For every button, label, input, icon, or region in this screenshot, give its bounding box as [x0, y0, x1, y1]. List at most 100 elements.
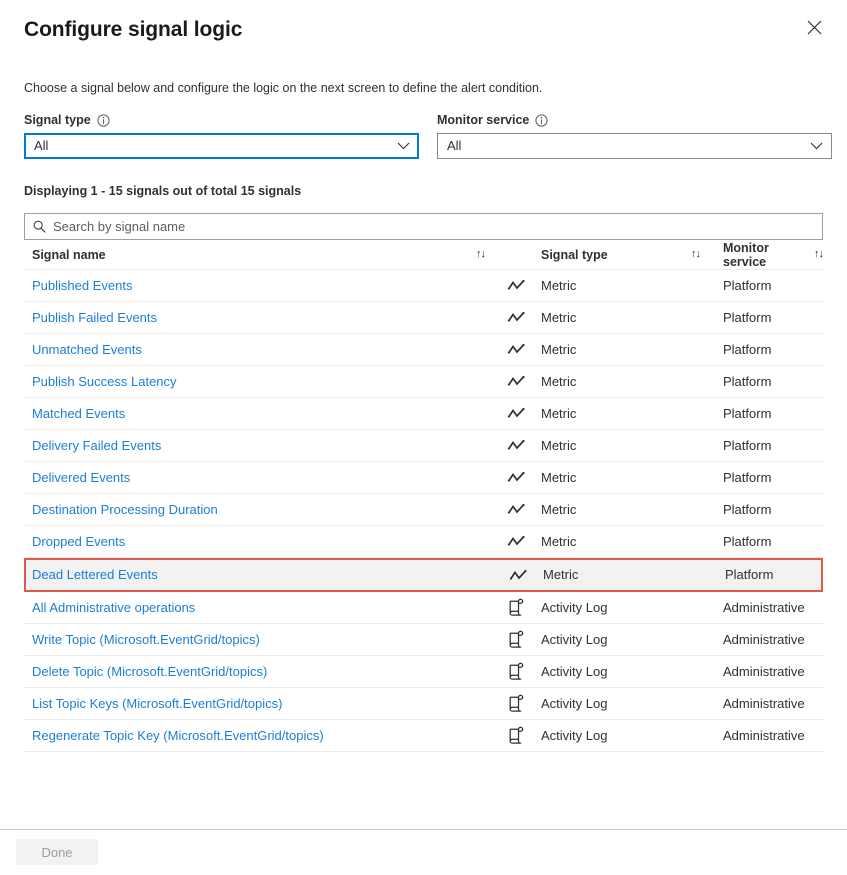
signals-table: Signal name ↑↓ Signal type ↑↓ Monitor se…: [24, 240, 823, 752]
signal-name-cell: Write Topic (Microsoft.EventGrid/topics): [24, 632, 476, 648]
table-row[interactable]: Delivery Failed EventsMetricPlatform: [24, 430, 823, 462]
panel-header: Configure signal logic: [0, 0, 847, 44]
monitor-service-select[interactable]: All: [437, 133, 832, 159]
monitor-service-cell: Administrative: [723, 632, 823, 648]
signal-name-link[interactable]: Delivered Events: [32, 470, 130, 486]
sort-signal-type-button[interactable]: ↑↓: [691, 249, 723, 260]
signal-name-link[interactable]: Matched Events: [32, 406, 125, 422]
signal-type-cell: Activity Log: [541, 600, 691, 616]
activity-log-scroll-icon: [508, 662, 541, 681]
signal-name-link[interactable]: Publish Failed Events: [32, 310, 157, 326]
signal-type-value: All: [34, 138, 48, 154]
signal-name-cell: Delete Topic (Microsoft.EventGrid/topics…: [24, 664, 476, 680]
monitor-service-filter: Monitor service All: [437, 112, 832, 159]
table-row[interactable]: Unmatched EventsMetricPlatform: [24, 334, 823, 366]
done-button[interactable]: Done: [16, 839, 98, 865]
signal-name-cell: Delivered Events: [24, 470, 476, 486]
signal-name-link[interactable]: Published Events: [32, 278, 132, 294]
sort-arrows-icon: ↑↓: [476, 249, 485, 260]
close-icon[interactable]: [799, 12, 829, 42]
table-row[interactable]: Publish Failed EventsMetricPlatform: [24, 302, 823, 334]
signal-name-link[interactable]: Delete Topic (Microsoft.EventGrid/topics…: [32, 664, 267, 680]
signal-name-cell: Matched Events: [24, 406, 476, 422]
monitor-service-cell: Platform: [723, 342, 823, 358]
monitor-service-cell: Platform: [725, 567, 821, 583]
monitor-service-cell: Administrative: [723, 600, 823, 616]
signal-name-cell: Unmatched Events: [24, 342, 476, 358]
activity-log-scroll-icon: [508, 726, 541, 745]
monitor-service-cell: Platform: [723, 374, 823, 390]
signal-type-cell: Metric: [541, 534, 691, 550]
column-header-signal-type[interactable]: Signal type: [541, 248, 691, 262]
metric-line-chart-icon: [508, 503, 525, 516]
table-row[interactable]: All Administrative operations Activity Lo…: [24, 592, 823, 624]
panel-footer: Done: [0, 829, 847, 875]
metric-line-chart-icon: [508, 535, 525, 548]
column-header-monitor-service[interactable]: Monitor service ↑↓: [723, 241, 823, 269]
signal-name-cell: List Topic Keys (Microsoft.EventGrid/top…: [24, 696, 476, 712]
metric-line-chart-icon: [508, 407, 541, 420]
signal-name-link[interactable]: Unmatched Events: [32, 342, 142, 358]
chevron-down-icon: [810, 142, 823, 150]
search-box[interactable]: [24, 213, 823, 240]
signal-type-select[interactable]: All: [24, 133, 419, 159]
table-row[interactable]: Dropped Events Metric Platform: [24, 526, 823, 558]
sort-signal-name-button[interactable]: ↑↓: [476, 249, 508, 260]
metric-line-chart-icon: [508, 471, 541, 484]
table-row[interactable]: Matched EventsMetricPlatform: [24, 398, 823, 430]
table-body: Published EventsMetricPlatformPublish Fa…: [24, 270, 823, 752]
activity-log-scroll-icon: [508, 598, 525, 617]
monitor-service-cell: Administrative: [723, 696, 823, 712]
metric-line-chart-icon: [508, 503, 541, 516]
signal-name-link[interactable]: List Topic Keys (Microsoft.EventGrid/top…: [32, 696, 282, 712]
signal-name-cell: Publish Failed Events: [24, 310, 476, 326]
table-row[interactable]: Delete Topic (Microsoft.EventGrid/topics…: [24, 656, 823, 688]
table-row[interactable]: Delivered EventsMetricPlatform: [24, 462, 823, 494]
metric-line-chart-icon: [510, 569, 527, 582]
close-glyph: [807, 20, 822, 35]
monitor-service-label-group: Monitor service: [437, 112, 832, 128]
monitor-service-cell: Administrative: [723, 728, 823, 744]
signal-type-cell: Activity Log: [541, 664, 691, 680]
column-header-signal-name[interactable]: Signal name: [24, 248, 476, 262]
signal-name-link[interactable]: Write Topic (Microsoft.EventGrid/topics): [32, 632, 260, 648]
table-header-row: Signal name ↑↓ Signal type ↑↓ Monitor se…: [24, 240, 823, 270]
signal-name-link[interactable]: All Administrative operations: [32, 600, 195, 616]
monitor-service-cell: Administrative: [723, 664, 823, 680]
signal-name-link[interactable]: Publish Success Latency: [32, 374, 177, 390]
table-row[interactable]: Destination Processing DurationMetricPla…: [24, 494, 823, 526]
info-icon[interactable]: [535, 114, 548, 127]
metric-line-chart-icon: [508, 279, 525, 292]
monitor-service-cell: Platform: [723, 310, 823, 326]
signal-type-cell: Activity Log: [541, 728, 691, 744]
signal-name-cell: Published Events: [24, 278, 476, 294]
table-row[interactable]: Publish Success LatencyMetricPlatform: [24, 366, 823, 398]
table-row[interactable]: Dead Lettered EventsMetricPlatform: [24, 558, 823, 592]
info-icon[interactable]: [97, 114, 110, 127]
sort-arrows-icon[interactable]: ↑↓: [814, 249, 823, 260]
table-row[interactable]: Published EventsMetricPlatform: [24, 270, 823, 302]
signal-name-link[interactable]: Regenerate Topic Key (Microsoft.EventGri…: [32, 728, 324, 744]
search-icon: [33, 220, 46, 233]
table-row[interactable]: List Topic Keys (Microsoft.EventGrid/top…: [24, 688, 823, 720]
table-row[interactable]: Write Topic (Microsoft.EventGrid/topics)…: [24, 624, 823, 656]
metric-line-chart-icon: [508, 471, 525, 484]
table-row[interactable]: Regenerate Topic Key (Microsoft.EventGri…: [24, 720, 823, 752]
signal-name-link[interactable]: Destination Processing Duration: [32, 502, 218, 518]
monitor-service-cell: Platform: [723, 534, 823, 550]
signal-name-link[interactable]: Dead Lettered Events: [32, 567, 158, 583]
chevron-down-icon: [397, 142, 410, 150]
panel-subtitle: Choose a signal below and configure the …: [24, 80, 847, 96]
signal-name-link[interactable]: Dropped Events: [32, 534, 125, 550]
signal-name-link[interactable]: Delivery Failed Events: [32, 438, 161, 454]
metric-line-chart-icon: [508, 311, 541, 324]
signal-name-cell: All Administrative operations: [24, 600, 476, 616]
signal-type-cell: Activity Log: [541, 632, 691, 648]
monitor-service-label: Monitor service: [437, 112, 529, 128]
signal-type-cell: Metric: [541, 278, 691, 294]
signal-name-cell: Delivery Failed Events: [24, 438, 476, 454]
activity-log-scroll-icon: [508, 694, 541, 713]
activity-log-scroll-icon: [508, 694, 525, 713]
metric-line-chart-icon: [508, 535, 541, 548]
search-input[interactable]: [53, 219, 814, 234]
